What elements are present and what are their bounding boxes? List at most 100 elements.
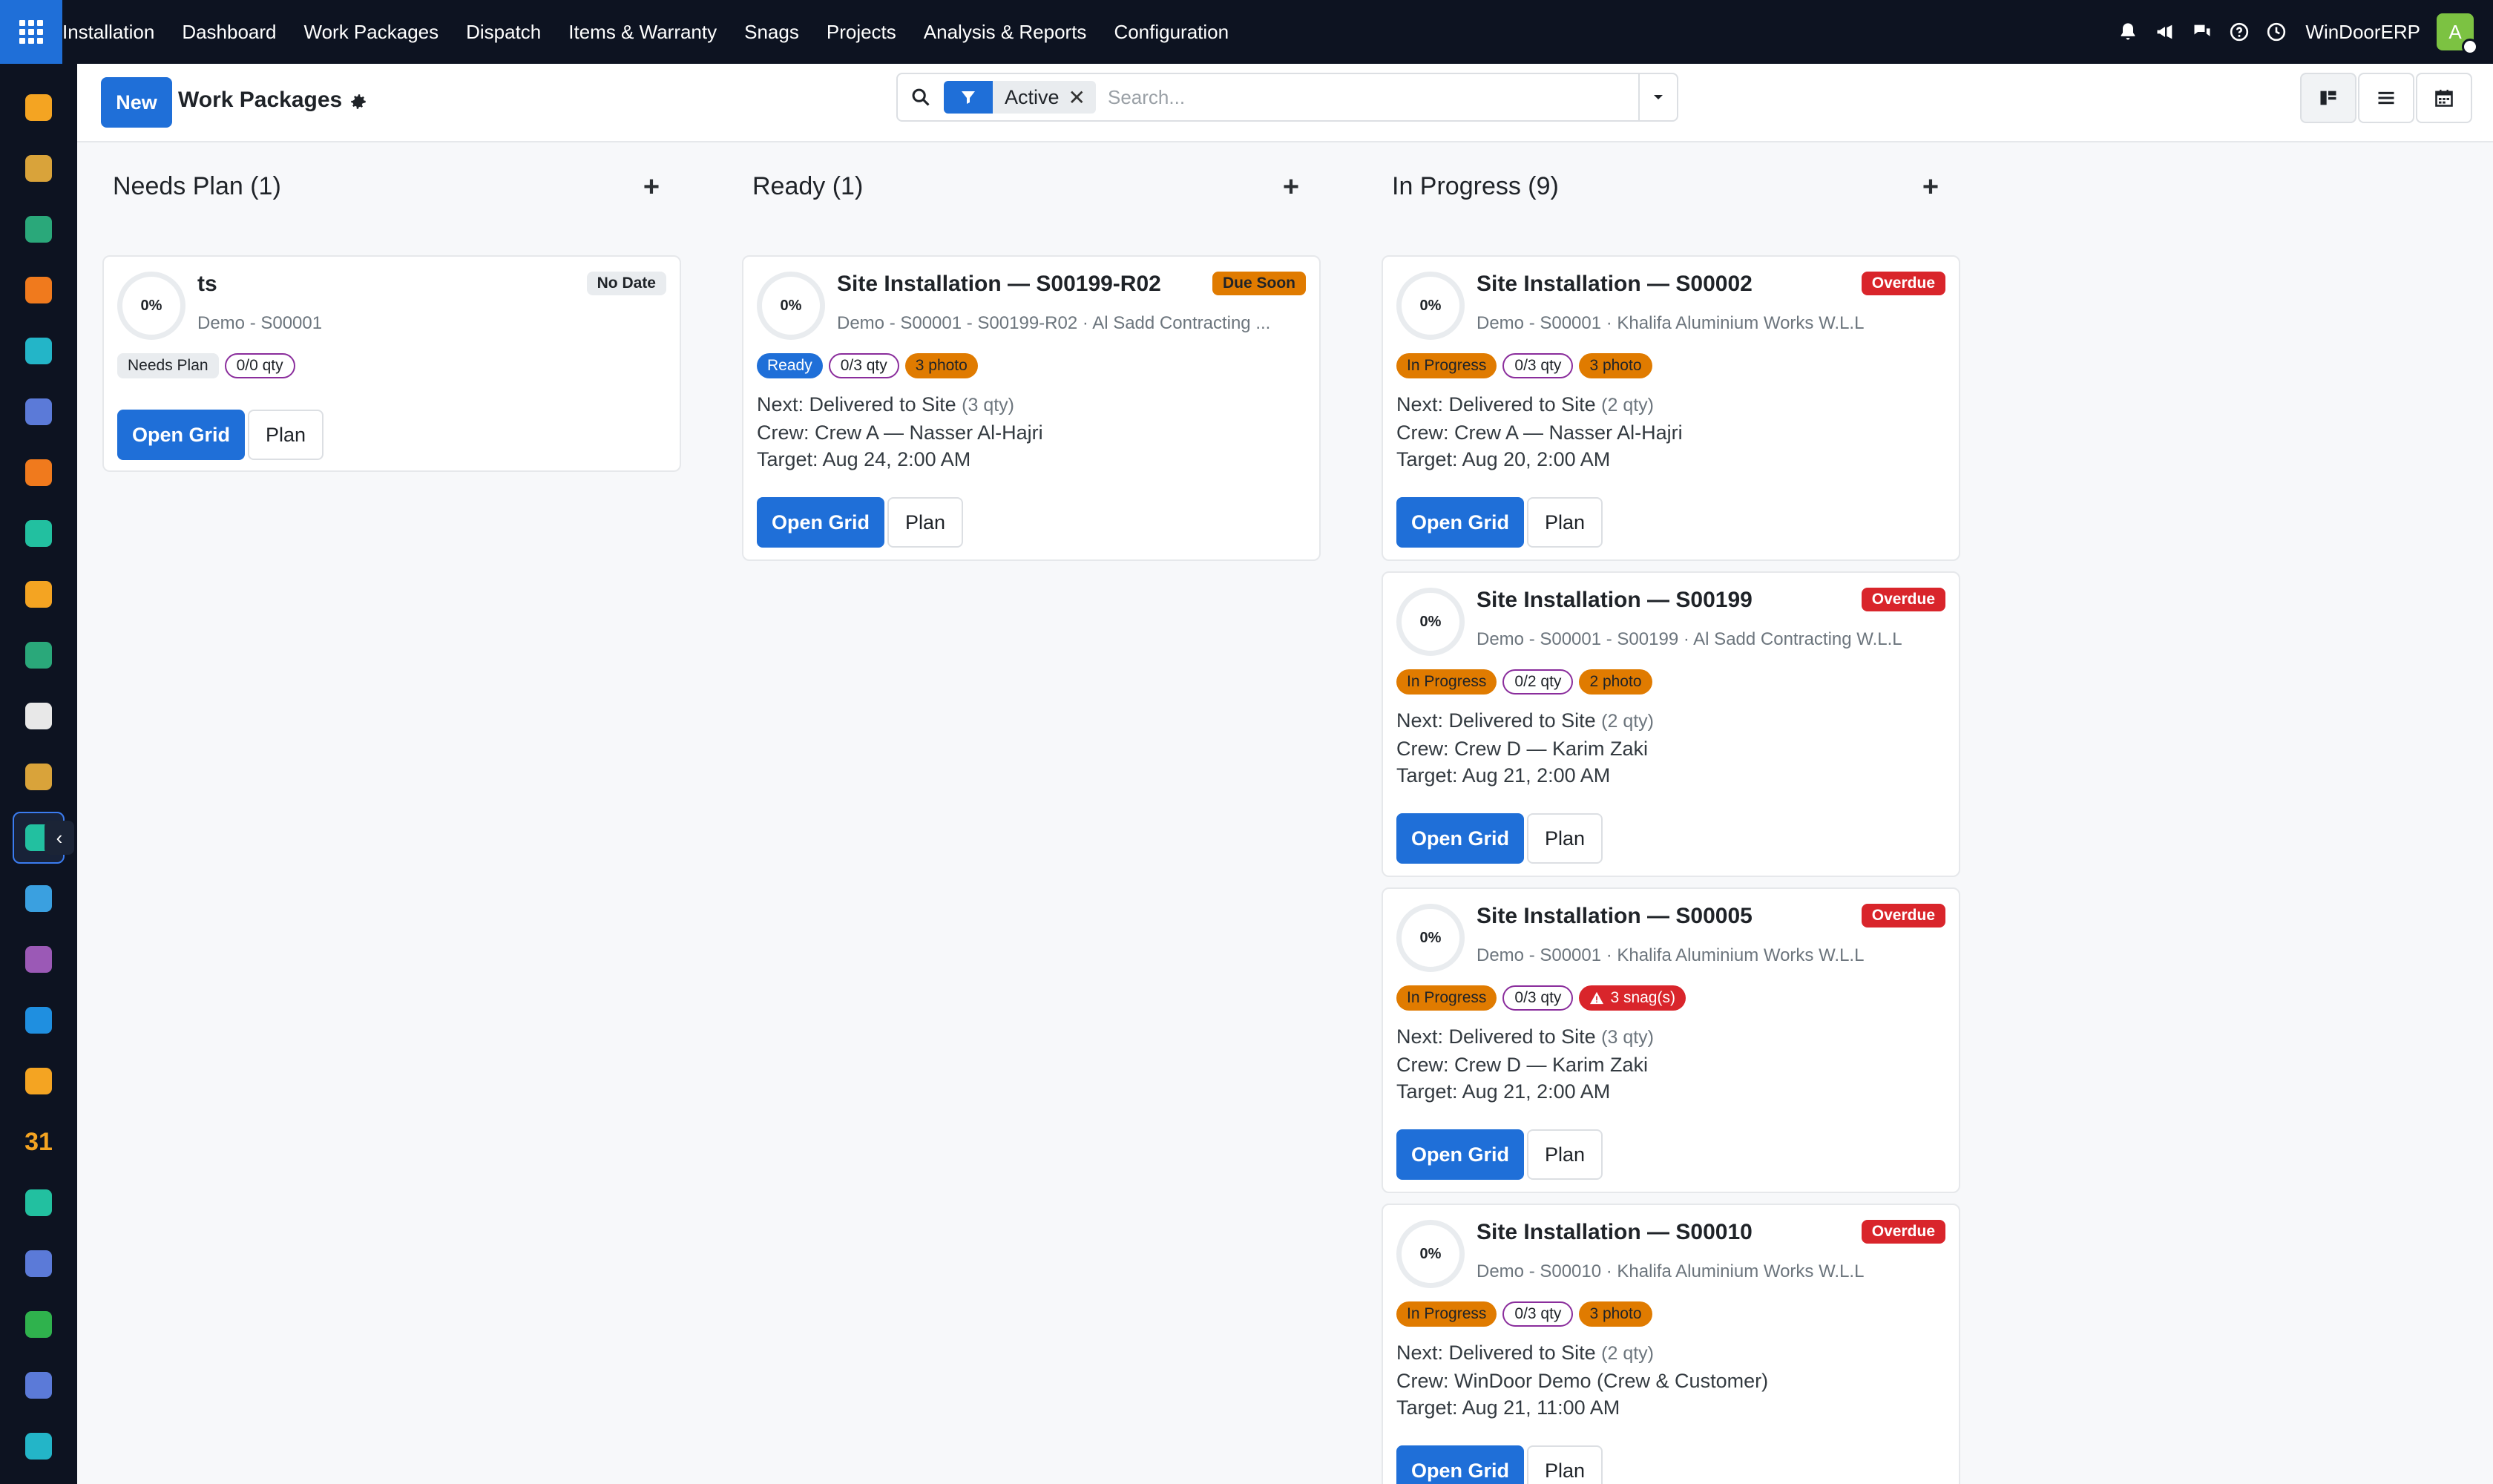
social-app-icon — [25, 338, 52, 364]
megaphone-icon[interactable] — [2147, 13, 2184, 50]
card-title: ts — [197, 272, 217, 296]
chevron-down-icon[interactable] — [1638, 74, 1677, 120]
sidebar-item-calendar[interactable]: 31 — [13, 1116, 65, 1168]
progress-ring: 0% — [1396, 904, 1465, 972]
sidebar-item-charts[interactable] — [13, 568, 65, 620]
sidebar-item-contacts[interactable] — [13, 203, 65, 255]
employees-app-icon — [25, 642, 52, 669]
deadline-badge: Overdue — [1861, 272, 1945, 295]
sidebar-item-helpdesk[interactable] — [13, 1420, 65, 1472]
kanban-column: In Progress (9) +0% Site Installation — S0… — [1374, 142, 1960, 1484]
sidebar-item-dashboard[interactable] — [13, 1238, 65, 1290]
user-avatar[interactable]: A — [2437, 13, 2478, 55]
card-title: Site Installation — S00199 — [1477, 588, 1753, 612]
sidebar-item-discuss[interactable] — [13, 264, 65, 316]
sidebar-item-inventory[interactable] — [13, 690, 65, 742]
open-grid-button[interactable]: Open Grid — [1396, 497, 1525, 548]
invoicing-app-icon — [25, 1007, 52, 1034]
menu-items-warranty[interactable]: Items & Warranty — [568, 21, 717, 44]
open-grid-button[interactable]: Open Grid — [1396, 1445, 1525, 1484]
charts-app-icon — [25, 581, 52, 608]
kanban-card[interactable]: 0% ts Demo - S00001 No Date Needs Plan 0/0 qt… — [102, 255, 681, 472]
help-icon[interactable] — [2221, 13, 2258, 50]
active-filter-facet: Active ✕ — [944, 81, 1096, 114]
menu-projects[interactable]: Projects — [827, 21, 896, 44]
bell-icon[interactable] — [2109, 13, 2147, 50]
card-badges: In Progress 0/3 qty 3 photo — [1396, 353, 1658, 378]
sidebar-item-studio[interactable] — [13, 751, 65, 803]
kanban-view-icon[interactable] — [2300, 73, 2356, 123]
card-subtitle: Demo - S00001 - S00199 · Al Sadd Contrac… — [1477, 629, 1902, 649]
apps-menu-button[interactable] — [0, 0, 62, 64]
plus-icon[interactable]: + — [1276, 171, 1306, 203]
menu-dashboard[interactable]: Dashboard — [182, 21, 276, 44]
next-step: Next: Delivered to Site (2 qty) — [1396, 1342, 1654, 1365]
close-icon[interactable]: ✕ — [1068, 85, 1096, 110]
sidebar-item-employees[interactable] — [13, 629, 65, 681]
next-step: Next: Delivered to Site (2 qty) — [1396, 709, 1654, 732]
sidebar-item-field[interactable] — [13, 508, 65, 559]
open-grid-button[interactable]: Open Grid — [757, 497, 885, 548]
sidebar-item-sign[interactable] — [13, 1177, 65, 1229]
snag-text: 3 snag(s) — [1610, 989, 1675, 1006]
target-line: Target: Aug 21, 2:00 AM — [1396, 1080, 1611, 1103]
next-step-label: Next: Delivered to Site — [1396, 1342, 1596, 1364]
clock-icon[interactable] — [2258, 13, 2295, 50]
chat-icon[interactable] — [2184, 13, 2221, 50]
plan-button[interactable]: Plan — [887, 497, 964, 548]
open-grid-button[interactable]: Open Grid — [117, 410, 246, 460]
plan-button[interactable]: Plan — [248, 410, 324, 460]
filter-icon — [944, 81, 993, 114]
sidebar-item-social[interactable] — [13, 325, 65, 377]
search-input[interactable] — [1108, 85, 1638, 109]
menu-dispatch[interactable]: Dispatch — [466, 21, 541, 44]
calendar-view-icon[interactable] — [2416, 73, 2472, 123]
user-initial: A — [2448, 20, 2462, 43]
sidebar-item-knowledge[interactable] — [13, 873, 65, 925]
list-view-icon[interactable] — [2358, 73, 2414, 123]
kanban-card[interactable]: 0% Site Installation — S00199-R02 Demo - S… — [742, 255, 1321, 561]
menu-snags[interactable]: Snags — [744, 21, 799, 44]
next-step-qty: (2 qty) — [1601, 1343, 1654, 1364]
gear-icon[interactable] — [347, 91, 369, 113]
card-title: Site Installation — S00010 — [1477, 1220, 1753, 1244]
search-icon[interactable] — [898, 74, 944, 120]
whatsapp-app-icon — [25, 1311, 52, 1338]
sidebar-collapse-button[interactable]: ‹ — [45, 821, 74, 855]
kanban-card[interactable]: 0% Site Installation — S00010 Demo - S0001… — [1382, 1204, 1960, 1484]
sidebar-item-team[interactable] — [13, 1055, 65, 1107]
menu-brand-installation[interactable]: Installation — [62, 21, 154, 44]
sidebar-item-marketing[interactable] — [13, 142, 65, 194]
field-app-icon — [25, 520, 52, 547]
knowledge-app-icon — [25, 885, 52, 912]
sidebar-item-whatsapp[interactable] — [13, 1298, 65, 1350]
qty-badge: 0/3 qty — [1502, 1301, 1574, 1327]
sidebar-item-timer[interactable] — [13, 1359, 65, 1411]
sidebar-item-reporting[interactable] — [13, 82, 65, 134]
kanban-card[interactable]: 0% Site Installation — S00005 Demo - S0000… — [1382, 887, 1960, 1193]
menu-analysis-reports[interactable]: Analysis & Reports — [924, 21, 1087, 44]
open-grid-button[interactable]: Open Grid — [1396, 1129, 1525, 1180]
qty-badge: 0/3 qty — [828, 353, 899, 378]
sidebar-item-mail[interactable] — [13, 386, 65, 438]
company-name[interactable]: WinDoorERP — [2305, 21, 2420, 44]
next-step: Next: Delivered to Site (3 qty) — [757, 393, 1014, 416]
plan-button[interactable]: Plan — [1527, 497, 1603, 548]
sidebar-item-invoicing[interactable] — [13, 994, 65, 1046]
plan-button[interactable]: Plan — [1527, 813, 1603, 864]
plus-icon[interactable]: + — [637, 171, 666, 203]
menu-configuration[interactable]: Configuration — [1114, 21, 1229, 44]
kanban-card[interactable]: 0% Site Installation — S00199 Demo - S0000… — [1382, 571, 1960, 877]
sidebar-item-live-chat[interactable] — [13, 447, 65, 499]
plan-button[interactable]: Plan — [1527, 1445, 1603, 1484]
plan-button[interactable]: Plan — [1527, 1129, 1603, 1180]
sidebar-item-product[interactable] — [13, 933, 65, 985]
open-grid-button[interactable]: Open Grid — [1396, 813, 1525, 864]
card-subtitle: Demo - S00010 · Khalifa Aluminium Works … — [1477, 1261, 1865, 1281]
plus-icon[interactable]: + — [1916, 171, 1945, 203]
kanban-card[interactable]: 0% Site Installation — S00002 Demo - S0000… — [1382, 255, 1960, 561]
new-button[interactable]: New — [101, 77, 172, 128]
crew-line: Crew: Crew D — Karim Zaki — [1396, 738, 1649, 760]
menu-work-packages[interactable]: Work Packages — [304, 21, 439, 44]
studio-app-icon — [25, 764, 52, 790]
